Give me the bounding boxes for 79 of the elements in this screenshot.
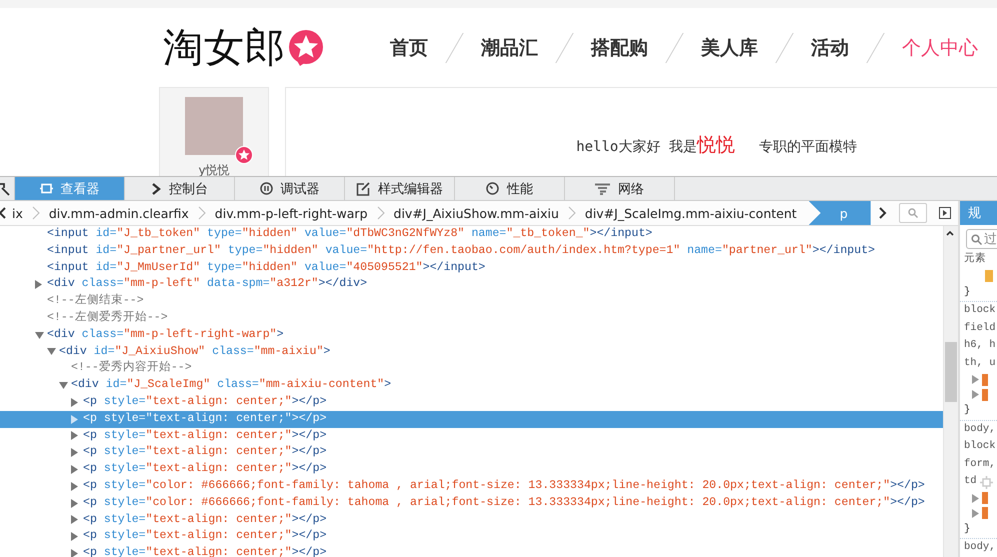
breadcrumb[interactable]: div#J_ScaleImg.mm-aixiu-content <box>578 201 803 225</box>
closing-brace: } <box>964 403 970 418</box>
markup-line[interactable]: <p style="color: #666666;font-family: tahoma , arial;font-size: 13.333334px;line-height: 20.0px;text-align: center;"></p> <box>0 478 943 495</box>
markup-line[interactable]: <!--爱秀内容开始--> <box>0 360 943 378</box>
markup-line[interactable]: <input id="J_MmUserId" type="hidden" value="405095521"></input> <box>0 260 943 276</box>
devtools-tab[interactable]: 网络 <box>565 177 675 200</box>
markup-line[interactable]: <p style="text-align: center;"></p> <box>0 461 943 478</box>
markup-line[interactable]: <p style="text-align: center;"></p> <box>0 428 943 444</box>
breadcrumb[interactable]: ix <box>6 201 29 225</box>
chevron-icon <box>151 182 161 194</box>
search-icon <box>971 234 982 244</box>
panel-toggle-icon <box>938 207 951 219</box>
chevron-right-icon <box>878 207 887 219</box>
markup-line[interactable]: <div id="J_AixiuShow" class="mm-aixiu"> <box>0 344 943 360</box>
picker-icon[interactable] <box>0 182 10 196</box>
intro-text: hello大家好 我是悦悦 专职的平面模特 <box>576 133 857 152</box>
devtools-tab[interactable]: 样式编辑器 <box>345 177 455 200</box>
chevron-separator-icon <box>376 206 385 220</box>
rule-selector: th, u <box>963 356 997 371</box>
rule-selector: field <box>963 320 997 336</box>
nav-link[interactable]: 活动 <box>807 34 853 60</box>
closing-brace: } <box>964 522 970 537</box>
network-icon <box>595 182 610 194</box>
markup-line[interactable]: <!--左侧爱秀开始--> <box>0 310 943 327</box>
rule-selector: body, <box>963 540 997 556</box>
rule-selector: 元素 <box>963 251 987 267</box>
nav-link[interactable]: 搭配购 <box>587 34 652 60</box>
nav-link[interactable]: 首页 <box>386 34 432 60</box>
chevron-separator-icon <box>568 206 576 220</box>
chevron-separator-icon <box>32 206 40 220</box>
nav-link[interactable]: 个人中心 <box>898 34 982 60</box>
markup-line[interactable]: <!--左侧结束--> <box>0 293 943 310</box>
rule-selector: block <box>963 439 997 454</box>
search-icon <box>908 208 918 218</box>
devtools-tab[interactable]: 性能 <box>455 177 565 200</box>
search-field[interactable] <box>898 203 927 223</box>
rule-selector: block <box>963 303 997 318</box>
inspector-icon <box>40 183 52 194</box>
markup-line[interactable]: <input id="J_partner_url" type="hidden" value="http://fen.taobao.com/auth/index.htm?type=1" name="partner_url"></input> <box>0 242 943 260</box>
property-swatch <box>985 270 993 282</box>
scroll-left-icon[interactable] <box>0 207 6 219</box>
markup-line[interactable]: <div id="J_ScaleImg" class="mm-aixiu-content"> <box>0 377 943 394</box>
devtools-tab[interactable]: 控制台 <box>125 177 235 200</box>
markup-line[interactable]: <div class="mm-p-left" data-spm="a312r"></div> <box>0 276 943 294</box>
markup-line[interactable]: <p style="color: #666666;font-family: tahoma , arial;font-size: 13.333334px;line-height: 20.0px;text-align: center;"></p> <box>0 494 943 512</box>
markup-line[interactable]: <p style="text-align: center;"></p> <box>0 512 943 528</box>
collapsed-arrow-icon[interactable] <box>35 280 42 290</box>
rule-selector: h6, h <box>963 338 997 354</box>
rule-selector: td <box>964 474 977 490</box>
filter-field[interactable]: 过 <box>966 229 997 249</box>
site-logo[interactable]: 淘女郎 <box>163 20 286 75</box>
markup-line[interactable]: <p style="text-align: center;"></p> <box>0 394 943 411</box>
closing-brace: } <box>964 284 970 300</box>
edit-icon <box>356 182 370 196</box>
property-swatch <box>982 388 988 401</box>
arrow-up-icon[interactable] <box>944 228 956 238</box>
rule-selector: form, <box>963 456 997 472</box>
photo-placeholder <box>185 97 243 155</box>
star-badge-icon <box>235 146 253 164</box>
markup-line[interactable]: <div class="mm-p-left-right-warp"> <box>0 326 943 344</box>
nav-link[interactable]: 潮品汇 <box>477 34 542 60</box>
breadcrumb[interactable]: div.mm-admin.clearfix <box>42 201 195 225</box>
property-swatch <box>982 374 988 386</box>
expanded-arrow-icon[interactable] <box>59 382 68 390</box>
property-swatch <box>982 492 988 504</box>
property-swatch <box>982 507 988 520</box>
markup-line[interactable]: <p style="text-align: center;"></p> <box>0 528 943 546</box>
devtools-tab[interactable]: 调试器 <box>235 177 345 200</box>
gauge-icon <box>486 182 499 195</box>
scrollbar[interactable] <box>943 226 958 557</box>
breadcrumb[interactable]: div.mm-p-left-right-warp <box>208 201 374 225</box>
scroll-thumb[interactable] <box>945 342 957 402</box>
nav-link[interactable]: 美人库 <box>697 34 762 60</box>
rule-selector: body, <box>963 422 997 437</box>
breadcrumb[interactable]: div#J_AixiuShow.mm-aixiu <box>388 201 565 225</box>
pause-icon <box>260 182 272 195</box>
markup-line[interactable]: <input id="J_tb_token" type="hidden" value="dTbWC3nG2NfWYz8" name="_tb_token_"></input> <box>0 226 943 243</box>
markup-line[interactable]: <p style="text-align: center;"></p> <box>0 444 943 462</box>
chevron-separator-icon <box>198 206 206 220</box>
